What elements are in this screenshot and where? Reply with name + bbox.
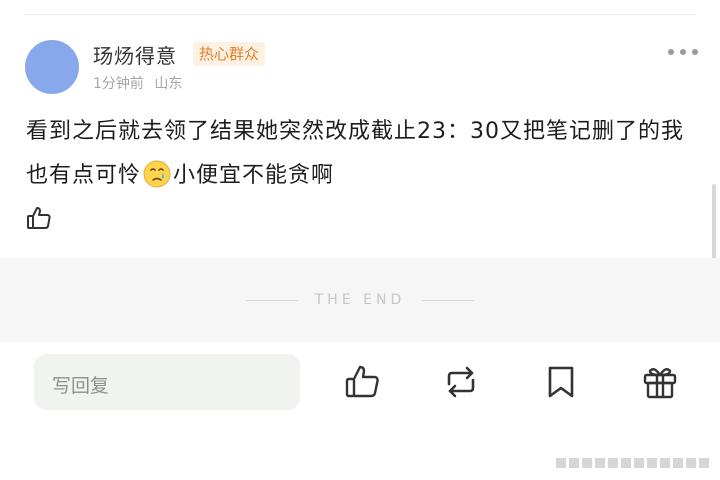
more-icon[interactable]	[668, 42, 698, 62]
bookmark-icon[interactable]	[541, 362, 581, 402]
end-line-right	[422, 300, 474, 301]
top-divider	[24, 14, 696, 15]
post-time: 1分钟前	[93, 76, 144, 92]
like-icon[interactable]	[342, 362, 382, 402]
reply-input[interactable]: 写回复	[34, 354, 300, 410]
comment-text-part2: 小便宜不能贪啊	[173, 163, 335, 188]
comment-text: 看到之后就去领了结果她突然改成截止23：30又把笔记删了的我也有点可怜 小便宜不…	[26, 110, 696, 204]
reply-placeholder: 写回复	[52, 375, 110, 397]
gift-icon[interactable]	[640, 362, 680, 402]
end-divider: THE END	[0, 258, 720, 342]
username[interactable]: 玚炀得意	[93, 40, 177, 69]
avatar[interactable]	[25, 40, 79, 94]
repost-icon[interactable]	[441, 362, 481, 402]
end-text: THE END	[314, 292, 406, 308]
user-badge: 热心群众	[193, 42, 266, 66]
crying-face-emoji	[143, 160, 171, 204]
like-icon[interactable]	[25, 204, 53, 232]
watermark-pattern	[556, 458, 709, 468]
post-meta: 1分钟前 山东	[93, 73, 188, 93]
comment-text-part1: 看到之后就去领了结果她突然改成截止23：30又把笔记删了的我也有点可怜	[26, 119, 684, 188]
post-location: 山东	[154, 76, 183, 92]
